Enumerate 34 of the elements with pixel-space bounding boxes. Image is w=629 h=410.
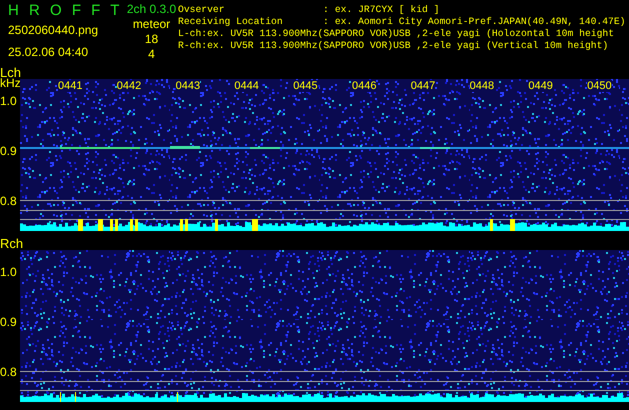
channel-label: Lch	[0, 66, 22, 79]
time-label: 0444	[234, 80, 259, 92]
axis-label: 0.9	[0, 316, 17, 328]
time-label: 0450	[587, 80, 612, 92]
axis-label: 0.8	[0, 366, 17, 378]
time-label: 0447	[410, 80, 436, 92]
date-time: 25.02.06 04:40	[8, 45, 90, 59]
info-value: ex. Aomori City Aomori-Pref.JAPAN(40.49N, 140.47E)	[334, 16, 626, 28]
info-separator: :	[323, 4, 329, 16]
info-line: L-ch:ex. UV5R 113.900Mhz(SAPPORO VOR)USB ,2-ele yagi (Holozontal 10m height	[178, 28, 616, 40]
time-label: 0442	[116, 80, 142, 92]
meteor-label: meteor	[132, 17, 170, 31]
unit-label: kHz	[0, 77, 21, 89]
info-label: Ovserver	[178, 4, 226, 16]
meteor-count: 4	[148, 47, 155, 61]
time-label: 0443	[176, 80, 200, 92]
app-title: H R O F F T	[8, 2, 122, 20]
meteor-count: 18	[144, 32, 158, 46]
time-label: 0448	[470, 80, 494, 92]
info-separator: :	[323, 16, 329, 28]
channel-label: Rch	[0, 237, 24, 250]
info-label: Receiving Location	[178, 16, 284, 28]
time-label: 0446	[352, 80, 376, 92]
info-value: ex. JR7CYX [ kid ]	[334, 4, 440, 16]
filename: 2502060440.png	[8, 23, 100, 37]
axis-label: 1.0	[0, 266, 17, 278]
info-line: R-ch:ex. UV5R 113.900Mhz(SAPPORO VOR)USB ,2-ele yagi (Vertical 10m height)	[178, 40, 610, 52]
axis-label: 0.9	[0, 145, 17, 157]
time-label: 0441	[58, 80, 82, 92]
time-label: 0445	[293, 80, 318, 92]
version-label: 2ch 0.3.0	[126, 2, 176, 16]
time-label: 0449	[528, 80, 553, 92]
axis-label: 1.0	[0, 95, 17, 107]
axis-label: 0.8	[0, 195, 17, 207]
